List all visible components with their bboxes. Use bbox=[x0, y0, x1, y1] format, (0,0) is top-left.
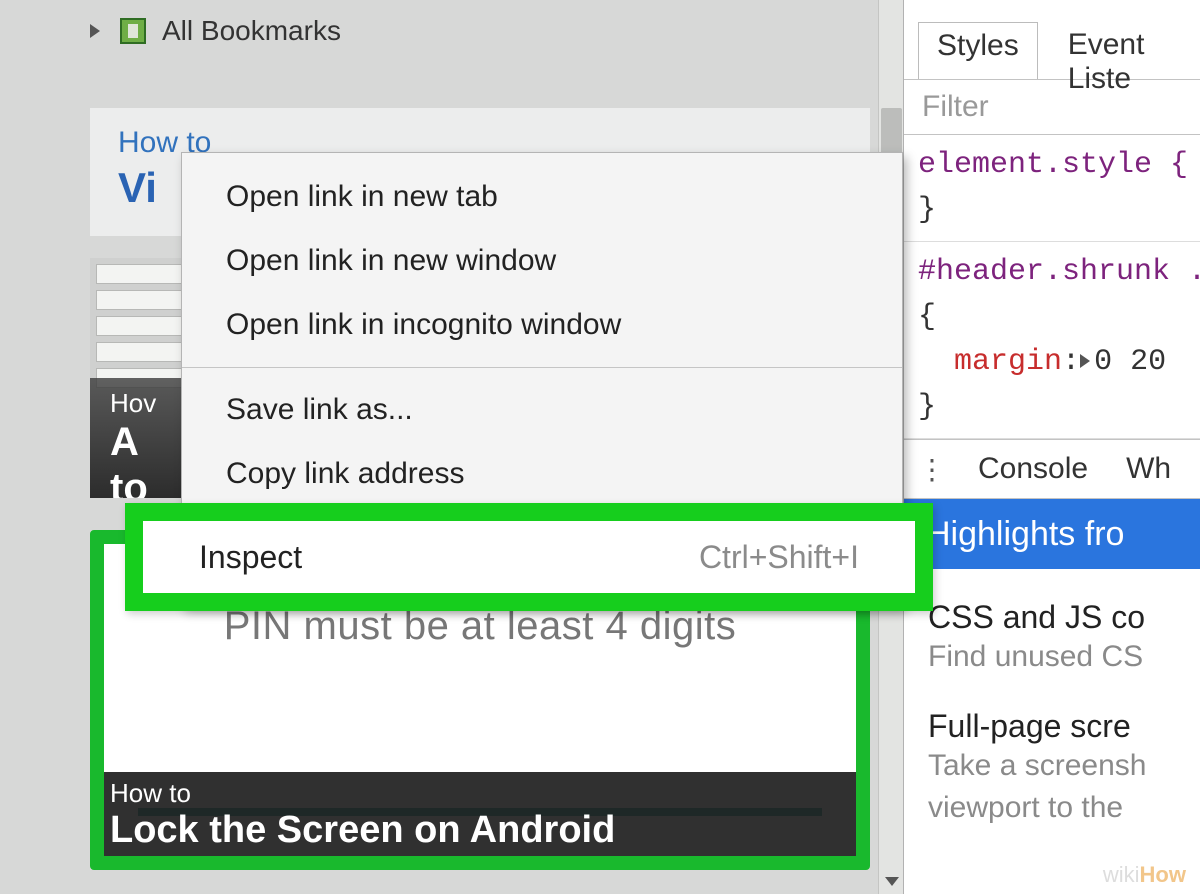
css-selector: element.style { bbox=[918, 148, 1188, 182]
watermark-b: How bbox=[1140, 862, 1186, 887]
menu-label: Open link in incognito window bbox=[226, 301, 621, 349]
tip-title: Full-page scre bbox=[928, 708, 1180, 745]
bookmark-all[interactable]: All Bookmarks bbox=[90, 15, 341, 47]
tip-sub: Find unused CS bbox=[928, 636, 1180, 678]
menu-label: Save link as... bbox=[226, 386, 413, 434]
styles-tabrow: Styles Event Liste bbox=[904, 0, 1200, 80]
tab-styles[interactable]: Styles bbox=[918, 22, 1038, 79]
menu-label: Open link in new tab bbox=[226, 173, 498, 221]
css-property: margin bbox=[954, 345, 1062, 379]
menu-label: Open link in new window bbox=[226, 237, 556, 285]
tab-console[interactable]: Console bbox=[970, 448, 1096, 490]
tip-title: CSS and JS co bbox=[928, 599, 1180, 636]
menu-save-link-as[interactable]: Save link as... bbox=[182, 378, 902, 442]
css-rule-element-style[interactable]: element.style { } bbox=[904, 135, 1200, 242]
css-close: } bbox=[918, 390, 936, 424]
chevron-right-icon bbox=[90, 24, 100, 38]
article-supertitle: How to bbox=[110, 778, 850, 809]
tip-item[interactable]: Full-page scre Take a screensh viewport … bbox=[928, 708, 1180, 829]
css-selector: #header.shrunk . bbox=[918, 255, 1200, 289]
chevron-right-icon bbox=[1080, 354, 1090, 368]
article-title: Lock the Screen on Android bbox=[110, 809, 850, 852]
bookmark-folder-icon bbox=[120, 18, 146, 44]
styles-filter-input[interactable]: Filter bbox=[904, 80, 1200, 135]
devtools-panel: Styles Event Liste Filter element.style … bbox=[903, 0, 1200, 894]
article-overlay: How to Lock the Screen on Android bbox=[90, 772, 870, 870]
menu-copy-link-address[interactable]: Copy link address bbox=[182, 442, 902, 506]
wikihow-watermark: wikiHow bbox=[1103, 862, 1186, 888]
css-open: { bbox=[918, 300, 936, 334]
kebab-icon[interactable]: ⋮ bbox=[918, 453, 948, 486]
highlights-banner[interactable]: Highlights fro bbox=[904, 499, 1200, 569]
menu-label: Copy link address bbox=[226, 450, 464, 498]
tip-sub: Take a screensh viewport to the bbox=[928, 745, 1180, 829]
scrollbar-down-arrow[interactable] bbox=[879, 868, 904, 894]
drawer-tabrow: ⋮ Console Wh bbox=[904, 439, 1200, 499]
tab-event-listeners[interactable]: Event Liste bbox=[1050, 22, 1200, 79]
bookmark-label: All Bookmarks bbox=[162, 15, 341, 47]
css-rule-header-shrunk[interactable]: #header.shrunk . { margin:0 20 } bbox=[904, 242, 1200, 439]
css-value: 0 20 bbox=[1094, 345, 1166, 379]
menu-inspect-highlight: Inspect Ctrl+Shift+I bbox=[125, 503, 933, 611]
menu-open-new-tab[interactable]: Open link in new tab bbox=[182, 165, 902, 229]
menu-separator bbox=[182, 367, 902, 368]
menu-open-new-window[interactable]: Open link in new window bbox=[182, 229, 902, 293]
css-close: } bbox=[918, 193, 936, 227]
menu-label: Inspect bbox=[199, 539, 302, 576]
menu-open-incognito[interactable]: Open link in incognito window bbox=[182, 293, 902, 357]
tips-list: CSS and JS co Find unused CS Full-page s… bbox=[904, 569, 1200, 829]
menu-inspect[interactable]: Inspect Ctrl+Shift+I bbox=[143, 521, 915, 593]
tab-other[interactable]: Wh bbox=[1118, 448, 1179, 490]
watermark-a: wiki bbox=[1103, 862, 1140, 887]
menu-shortcut: Ctrl+Shift+I bbox=[699, 539, 859, 576]
tip-item[interactable]: CSS and JS co Find unused CS bbox=[928, 599, 1180, 678]
